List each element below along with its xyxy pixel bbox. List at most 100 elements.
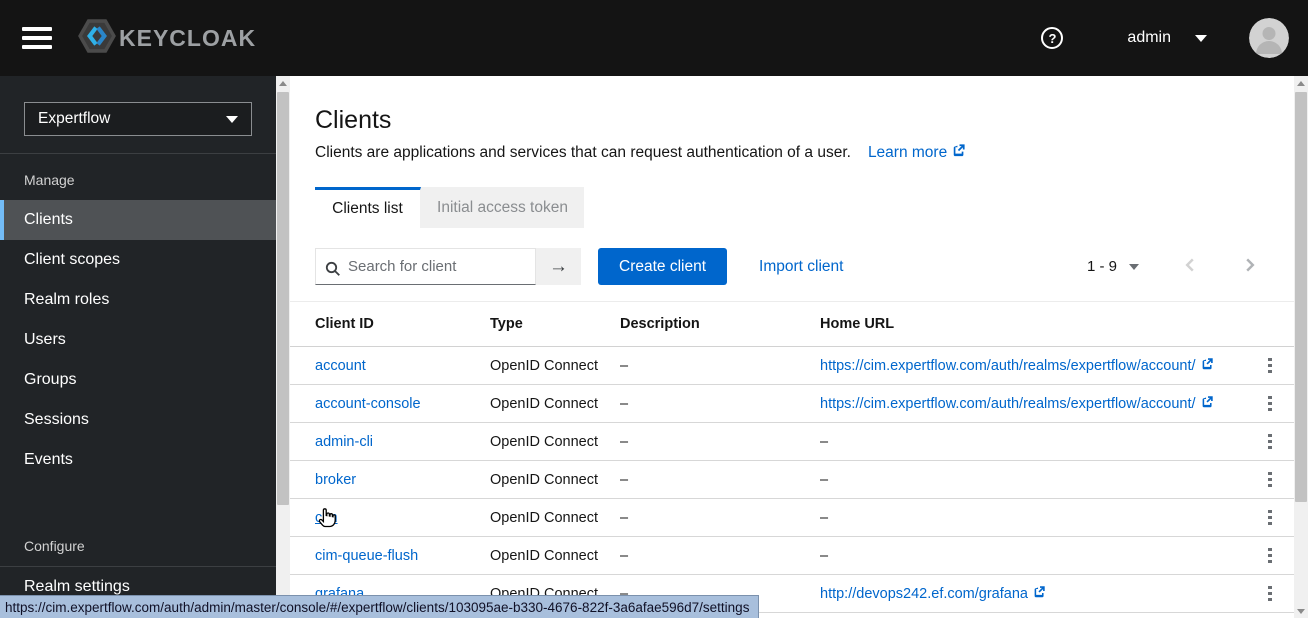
scrollbar-thumb[interactable] [1295,92,1307,502]
table-row: cim OpenID Connect – – [290,498,1294,537]
pagination-range-dropdown[interactable]: 1 - 9 [1087,258,1139,275]
client-home-url: https://cim.expertflow.com/auth/realms/e… [820,384,1246,423]
kebab-menu-button[interactable] [1264,354,1276,378]
client-description: – [620,536,820,575]
page-scrollbar[interactable] [1294,76,1308,618]
user-menu-button[interactable]: admin [1127,29,1207,47]
page-header: Clients Clients are applications and ser… [290,76,1294,162]
client-home-url: https://cim.expertflow.com/auth/realms/e… [820,346,1246,385]
search-group: → [315,248,581,285]
sidebar-section-label: Manage [24,172,75,188]
client-home-url: – [820,498,1246,537]
sidebar-item[interactable]: Sessions [0,400,276,440]
page-title: Clients [315,106,392,134]
kebab-menu-button[interactable] [1264,506,1276,530]
sidebar-divider [0,153,276,154]
client-id-link[interactable]: admin-cli [315,434,373,450]
top-navbar: KEYCLOAK ? admin [0,0,1308,76]
table-column-header: Home URL [820,301,1246,347]
keycloak-hexagon-icon [76,15,118,62]
tab-bar: Clients list Initial access token [315,187,1294,228]
client-id-link[interactable]: cim-queue-flush [315,548,418,564]
table-header-row: Client ID Type Description Home URL [290,301,1294,347]
external-link-icon [1201,357,1214,374]
learn-more-link[interactable]: Learn more [868,143,966,162]
client-description: – [620,422,820,461]
hamburger-menu-icon[interactable] [22,27,52,49]
browser-status-bar: https://cim.expertflow.com/auth/admin/ma… [0,595,760,618]
chevron-down-icon [1195,34,1207,42]
client-id-link[interactable]: account [315,358,366,374]
external-link-icon [1201,395,1214,412]
table-column-header: Client ID [290,301,490,347]
client-home-url: – [820,422,1246,461]
chevron-down-icon [226,115,238,123]
table-row: admin-cli OpenID Connect – – [290,422,1294,461]
external-link-icon [952,143,966,162]
home-url-link[interactable]: https://cim.expertflow.com/auth/realms/e… [820,357,1214,374]
topbar-right-group: ? admin [1041,18,1308,58]
table-row: account OpenID Connect – https://cim.exp… [290,346,1294,385]
help-icon[interactable]: ? [1041,26,1065,50]
home-url-link[interactable]: http://devops242.ef.com/grafana [820,585,1046,602]
kebab-menu-button[interactable] [1264,392,1276,416]
search-submit-button[interactable]: → [536,248,581,285]
client-home-url: http://devops242.ef.com/grafana [820,574,1246,613]
sidebar-item[interactable]: Clients [0,200,276,240]
sidebar-scrollbar[interactable] [276,76,290,618]
client-description: – [620,498,820,537]
client-home-url: – [820,460,1246,499]
client-description: – [620,460,820,499]
realm-selector-dropdown[interactable]: Expertflow [24,102,252,136]
import-client-link[interactable]: Import client [759,258,843,276]
tab-initial-access-token[interactable]: Initial access token [421,187,584,228]
kebab-menu-button[interactable] [1264,582,1276,606]
client-type: OpenID Connect [490,536,620,575]
realm-name: Expertflow [38,110,111,127]
scrollbar-thumb[interactable] [277,92,289,505]
client-home-url: – [820,536,1246,575]
tab-clients-list[interactable]: Clients list [315,187,421,228]
kebab-menu-button[interactable] [1264,468,1276,492]
table-row: broker OpenID Connect – – [290,460,1294,499]
scroll-up-icon[interactable] [1294,76,1308,90]
pagination-next-button[interactable] [1241,256,1259,277]
main-content: Clients Clients are applications and ser… [290,76,1294,618]
status-url: https://cim.expertflow.com/auth/admin/ma… [5,599,750,615]
client-id-link[interactable]: cim [315,510,338,526]
sidebar: Expertflow Manage Clients Client scopes Re… [0,76,276,618]
client-type: OpenID Connect [490,384,620,423]
client-id-link[interactable]: broker [315,472,356,488]
keycloak-logo: KEYCLOAK [76,15,256,62]
sidebar-item[interactable]: Events [0,440,276,480]
client-type: OpenID Connect [490,346,620,385]
client-type: OpenID Connect [490,498,620,537]
pagination-prev-button[interactable] [1181,256,1199,277]
client-type: OpenID Connect [490,422,620,461]
sidebar-item[interactable]: Realm roles [0,280,276,320]
client-id-link[interactable]: account-console [315,396,421,412]
sidebar-item[interactable]: Users [0,320,276,360]
table-column-header: Description [620,301,820,347]
client-type: OpenID Connect [490,460,620,499]
kebab-menu-button[interactable] [1264,430,1276,454]
home-url-link[interactable]: https://cim.expertflow.com/auth/realms/e… [820,395,1214,412]
sidebar-section-manage: Manage Clients Client scopes Realm roles Us… [0,172,276,480]
sidebar-item[interactable]: Groups [0,360,276,400]
sidebar-section-label: Configure [24,538,85,554]
create-client-button[interactable]: Create client [598,248,728,285]
scroll-down-icon[interactable] [1294,604,1308,618]
brand-text: KEYCLOAK [119,24,257,51]
kebab-menu-button[interactable] [1264,544,1276,568]
search-input[interactable] [315,248,536,285]
sidebar-item[interactable]: Client scopes [0,240,276,280]
pagination: 1 - 9 [1087,256,1259,277]
page-description: Clients are applications and services th… [315,143,1269,162]
client-description: – [620,346,820,385]
username-label: admin [1127,29,1171,46]
external-link-icon [1033,585,1046,602]
scroll-up-icon[interactable] [276,76,290,90]
client-description: – [620,384,820,423]
avatar[interactable] [1249,18,1289,58]
table-row: cim-queue-flush OpenID Connect – – [290,536,1294,575]
